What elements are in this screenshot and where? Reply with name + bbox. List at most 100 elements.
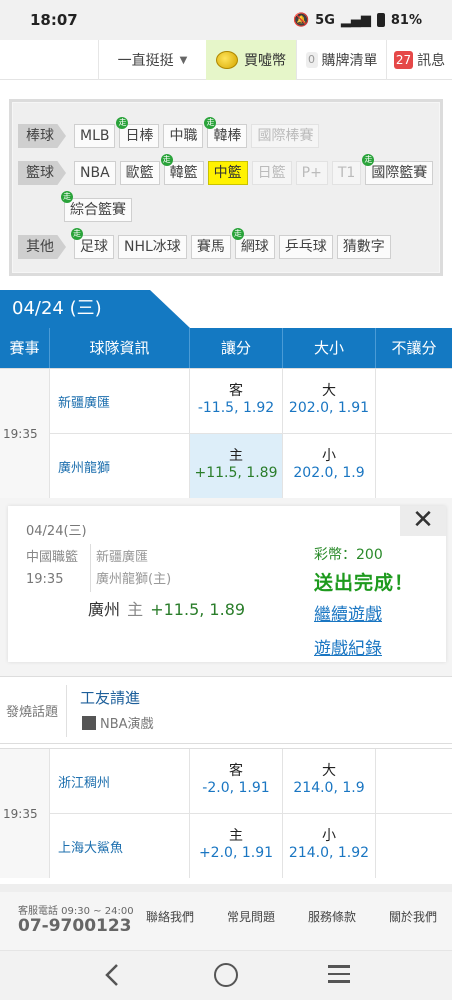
chip-label: 韓籃 (169, 165, 198, 181)
other-row: 其他 走足球 NHL冰球 賽馬 走網球 乒乓球 猜數字 (18, 228, 391, 259)
chip-label: 中職 (169, 128, 198, 144)
total-odds: 214.0, 1.9 (293, 780, 365, 796)
spread-odds: -11.5, 1.92 (197, 400, 275, 416)
chip-table-tennis[interactable]: 乒乓球 (278, 235, 333, 259)
category-basketball[interactable]: 籃球 (18, 161, 66, 185)
top-nav: 一直挺挺 ▼ 買噓幣 0 購牌清單 27 訊息 (0, 40, 452, 80)
about-link[interactable]: 關於我們 (389, 908, 437, 925)
chip-guess-number[interactable]: 猜數字 (336, 235, 391, 259)
team-home[interactable]: 上海大鯊魚 (50, 814, 190, 878)
chip-mlb[interactable]: MLB (74, 124, 116, 148)
category-baseball[interactable]: 棒球 (18, 124, 66, 148)
terms-link[interactable]: 服務條款 (308, 908, 356, 925)
status-bar: 18:07 🔕 5G ▂▄▆ 81% (0, 0, 452, 40)
date-tab: 04/24 (三) (0, 290, 190, 328)
spread-label: 客 (229, 763, 243, 779)
chip-kbo[interactable]: 走韓棒 (204, 117, 248, 148)
chip-label: 乒乓球 (284, 239, 327, 255)
sort-dropdown[interactable]: 一直挺挺 ▼ (98, 40, 206, 80)
chip-soccer[interactable]: 走足球 (71, 228, 114, 259)
chip-label: T1 (337, 165, 356, 181)
chip-intl-basketball[interactable]: 走國際籃賽 (362, 154, 434, 185)
close-icon[interactable]: ✕ (400, 506, 446, 536)
chip-tennis[interactable]: 走網球 (231, 228, 275, 259)
chip-label: NBA (80, 165, 110, 181)
chip-horse-racing[interactable]: 賽馬 (190, 235, 231, 259)
moneyline-away-cell[interactable] (376, 369, 452, 433)
spread-label: 主 (229, 448, 243, 464)
chip-nba[interactable]: NBA (74, 161, 116, 185)
moneyline-home-cell[interactable] (376, 814, 452, 878)
chip-cba[interactable]: 中籃 (207, 161, 248, 185)
spread-away-cell[interactable]: 客 -2.0, 1.91 (190, 749, 283, 813)
team-home[interactable]: 廣州龍獅 (50, 434, 190, 498)
home-icon[interactable] (214, 963, 238, 987)
topic-subtitle-text: NBA演戲 (100, 717, 154, 732)
chip-mixed-basketball[interactable]: 走綜合籃賽 (61, 191, 132, 222)
phone-number[interactable]: 07-9700123 (18, 916, 132, 936)
chip-intl-baseball[interactable]: 國際棒賽 (251, 124, 320, 148)
total-label: 小 (322, 448, 336, 464)
buy-coins-button[interactable]: 買噓幣 (206, 40, 296, 80)
team-away[interactable]: 浙江稠州 (50, 749, 190, 813)
total-label: 大 (322, 763, 336, 779)
bet-date: 04/24(三) (26, 524, 87, 539)
topic-title-link[interactable]: 工友請進 (80, 687, 140, 708)
chip-npb[interactable]: 走日棒 (116, 117, 160, 148)
chip-cpbl[interactable]: 中職 (163, 124, 204, 148)
faq-link[interactable]: 常見問題 (227, 908, 275, 925)
chip-euro-basketball[interactable]: 歐籃 (119, 161, 160, 185)
recents-icon[interactable] (328, 965, 350, 988)
topic-subtitle[interactable]: NBA演戲 (82, 713, 154, 732)
total-odds: 214.0, 1.92 (288, 845, 370, 861)
network-label: 5G (315, 12, 335, 28)
chip-bleague[interactable]: 日籃 (251, 161, 292, 185)
status-icons: 🔕 5G ▂▄▆ 81% (293, 13, 422, 28)
buy-coins-label: 買噓幣 (244, 53, 286, 69)
game-time: 19:35 (0, 369, 50, 498)
back-icon[interactable] (100, 962, 124, 988)
spread-away-cell[interactable]: 客 -11.5, 1.92 (190, 369, 283, 433)
chip-pplus[interactable]: P+ (295, 161, 328, 185)
continue-game-link[interactable]: 繼續遊戲 (314, 600, 382, 625)
chip-label: NHL冰球 (124, 239, 181, 255)
chip-label: 綜合籃賽 (70, 202, 126, 218)
total-under-cell[interactable]: 小 202.0, 1.9 (283, 434, 376, 498)
moneyline-home-cell[interactable] (376, 434, 452, 498)
th-moneyline: 不讓分 (391, 339, 437, 357)
spread-home-cell[interactable]: 主 +2.0, 1.91 (190, 814, 283, 878)
sport-filter-panel: 棒球 MLB 走日棒 中職 走韓棒 國際棒賽 籃球 NBA 歐籃 走韓籃 中籃 … (9, 99, 443, 276)
table-header: 賽事 球隊資訊 讓分 大小 不讓分 (0, 328, 452, 368)
bet-team-1: 新疆廣匯 (96, 550, 149, 565)
team-away[interactable]: 新疆廣匯 (50, 369, 190, 433)
signal-icon: ▂▄▆ (340, 12, 371, 28)
th-spread: 讓分 (190, 328, 283, 368)
category-other[interactable]: 其他 (18, 235, 66, 259)
spread-label: 客 (229, 383, 243, 399)
basketball-row-2: 走綜合籃賽 (61, 191, 132, 222)
moneyline-away-cell[interactable] (376, 749, 452, 813)
game-record-link[interactable]: 遊戲紀錄 (314, 634, 382, 659)
game-time: 19:35 (0, 749, 50, 878)
bet-card: 04/24(三) 中國職籃 19:35 新疆廣匯 廣州龍獅(主) 廣州 主 +1… (8, 506, 446, 662)
spread-home-cell-selected[interactable]: 主 +11.5, 1.89 (190, 434, 283, 498)
chip-label: 中籃 (213, 165, 242, 181)
contact-link[interactable]: 聯絡我們 (146, 908, 194, 925)
total-over-cell[interactable]: 大 202.0, 1.91 (283, 369, 376, 433)
total-over-cell[interactable]: 大 214.0, 1.9 (283, 749, 376, 813)
bet-confirmation-popup: 04/24(三) 中國職籃 19:35 新疆廣匯 廣州龍獅(主) 廣州 主 +1… (0, 498, 452, 676)
chip-kbl[interactable]: 走韓籃 (160, 154, 204, 185)
message-count-badge: 27 (393, 51, 414, 69)
bet-list-button[interactable]: 0 購牌清單 (296, 40, 386, 80)
chip-nhl[interactable]: NHL冰球 (118, 235, 187, 259)
chip-label: MLB (80, 128, 110, 144)
messages-label: 訊息 (417, 53, 446, 69)
total-under-cell[interactable]: 小 214.0, 1.92 (283, 814, 376, 878)
chip-t1[interactable]: T1 (331, 161, 362, 185)
phone-hours: 客服電話 09:30 ~ 24:00 (18, 906, 134, 917)
battery-icon (376, 13, 385, 27)
mute-icon: 🔕 (292, 12, 310, 28)
chip-label: 歐籃 (125, 165, 154, 181)
messages-button[interactable]: 27 訊息 (386, 40, 452, 80)
chip-label: 日籃 (257, 165, 286, 181)
